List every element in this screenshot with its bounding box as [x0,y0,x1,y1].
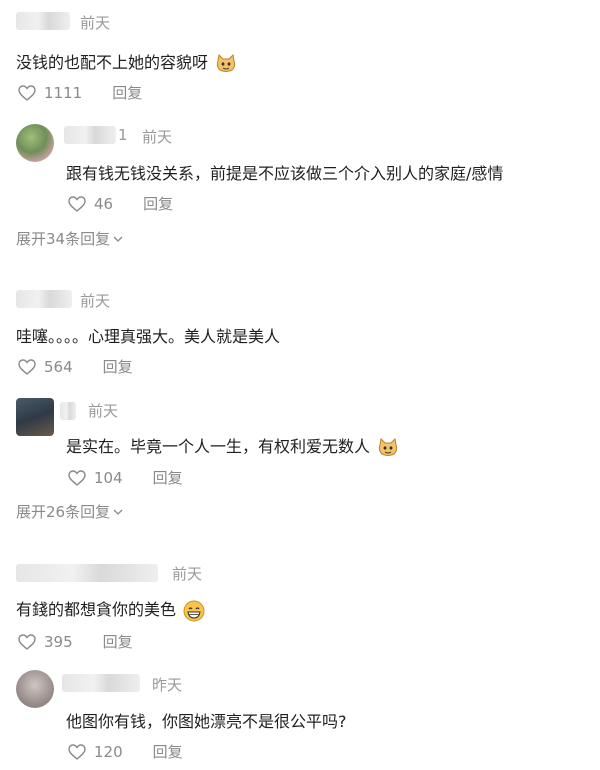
avatar[interactable] [16,398,54,436]
comment-text-content: 是实在。毕竟一个人一生，有权利爱无数人 [66,437,371,456]
comment-actions: 120 回复 [68,741,183,762]
comment-time: 前天 [80,14,111,32]
avatar[interactable] [16,124,54,162]
comment-actions: 564 回复 [18,356,133,377]
like-count: 395 [44,632,73,651]
avatar[interactable] [16,670,54,708]
like-count: 120 [94,742,123,761]
comment-text: 没钱的也配不上她的容貌呀 [16,49,237,74]
comment-time: 昨天 [152,676,183,694]
username-blurred[interactable] [16,12,70,30]
comment-time: 前天 [80,292,111,310]
reply-button[interactable]: 回复 [103,631,133,652]
comment-text: 跟有钱无钱没关系，前提是不应该做三个介入别人的家庭/感情 [66,164,504,183]
username-blurred[interactable] [64,126,116,144]
reply-button[interactable]: 回复 [103,356,133,377]
heart-outline-icon[interactable] [18,633,36,650]
comment-actions: 1111 回复 [18,82,142,103]
expand-replies-link[interactable]: 展开26条回复 [16,501,123,522]
heart-outline-icon[interactable] [68,469,86,486]
reply-button[interactable]: 回复 [153,741,183,762]
cat-face-emoji-icon [216,53,236,72]
username-blurred[interactable] [16,290,72,308]
like-count: 46 [94,194,114,213]
chevron-down-icon [113,236,123,242]
chevron-down-icon [113,509,123,515]
heart-outline-icon[interactable] [18,84,36,101]
comment-actions: 104 回复 [68,467,183,488]
heart-outline-icon[interactable] [18,358,36,375]
like-count: 104 [94,468,123,487]
reply-button[interactable]: 回复 [112,82,142,103]
comment-time: 前天 [142,128,173,146]
reply-button[interactable]: 回复 [143,193,173,214]
like-count: 1111 [44,83,83,102]
comment-actions: 46 回复 [68,193,173,214]
comment-text-content: 没钱的也配不上她的容貌呀 [16,53,209,72]
comment-text-content: 有錢的都想貪你的美色 [16,600,177,619]
username-suffix: 1 [118,126,128,144]
comment-text: 有錢的都想貪你的美色 [16,596,205,622]
comment-text: 他图你有钱，你图她漂亮不是很公平吗? [66,712,347,731]
expand-replies-link[interactable]: 展开34条回复 [16,228,123,249]
username-blurred[interactable] [16,564,158,582]
comment-text: 哇噻。。。。心理真强大。美人就是美人 [16,327,281,346]
cat-face-emoji-icon [378,437,398,456]
heart-outline-icon[interactable] [68,195,86,212]
like-count: 564 [44,357,73,376]
reply-button[interactable]: 回复 [153,467,183,488]
expand-replies-label: 展开26条回复 [16,503,111,521]
heart-outline-icon[interactable] [68,743,86,760]
grin-face-emoji-icon [183,600,205,621]
comment-actions: 395 回复 [18,631,133,652]
expand-replies-label: 展开34条回复 [16,230,111,248]
comment-text: 是实在。毕竟一个人一生，有权利爱无数人 [66,433,399,458]
comment-time: 前天 [172,565,203,583]
username-blurred[interactable] [60,402,76,420]
username-blurred[interactable] [62,674,140,692]
comment-time: 前天 [88,402,119,420]
